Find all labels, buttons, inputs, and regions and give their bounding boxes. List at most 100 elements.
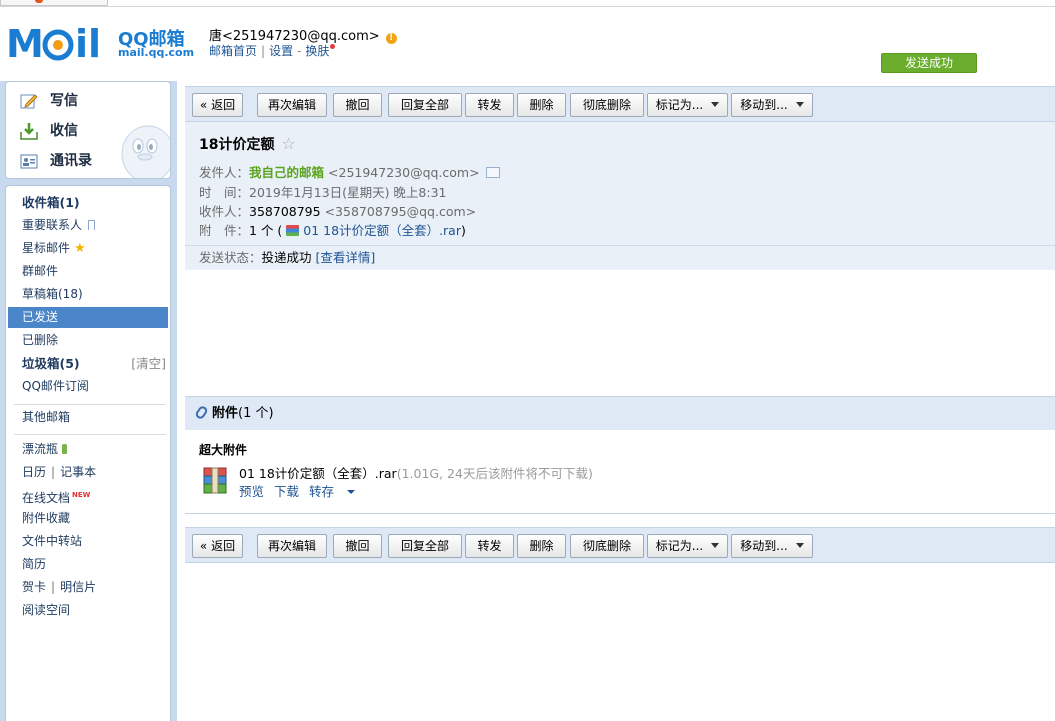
forward-button[interactable]: 转发: [465, 534, 514, 558]
qqmail-logo[interactable]: M il QQ邮箱 mail.qq.com: [6, 22, 194, 69]
bottle-icon: [62, 444, 68, 454]
clear-junk-link[interactable]: [清空]: [131, 353, 166, 374]
header-links: 邮箱首页 | 设置 - 换肤: [209, 42, 336, 59]
divider: [14, 404, 166, 405]
link-separator: -: [297, 44, 302, 58]
mark-as-dropdown[interactable]: 标记为...: [647, 534, 728, 558]
folder-starred[interactable]: 星标邮件 ★: [8, 238, 168, 259]
link-separator: |: [261, 44, 266, 58]
sender-name[interactable]: 我自己的邮箱: [249, 165, 324, 180]
bottom-toolbar: « 返回 再次编辑 撤回 回复全部 转发 删除 彻底删除 标记为... 移动到.…: [185, 527, 1055, 563]
chevron-down-icon: [711, 543, 720, 548]
delete-button[interactable]: 删除: [517, 93, 566, 117]
divider: [14, 434, 166, 435]
star-icon: ★: [74, 241, 86, 256]
attachment-file: 01 18计价定额（全套）.rar(1.01G, 24天后该附件将不可下载): [239, 463, 593, 482]
app-resume[interactable]: 简历: [8, 554, 168, 575]
folder-deleted[interactable]: 已删除: [8, 330, 168, 351]
compose-icon: [20, 94, 38, 109]
browser-tab[interactable]: [0, 0, 108, 6]
back-button[interactable]: « 返回: [192, 93, 243, 117]
attachment-file-note: (1.01G, 24天后该附件将不可下载): [396, 466, 593, 481]
settings-link[interactable]: 设置: [269, 44, 293, 58]
contacts-label: 通讯录: [50, 153, 92, 169]
new-badge: NEW: [72, 491, 91, 499]
calendar-link[interactable]: 日历: [22, 465, 46, 479]
attachments-title: 附件: [212, 406, 239, 421]
header: M il QQ邮箱 mail.qq.com 唐<251947230@qq.com…: [0, 7, 1055, 81]
logo-url: mail.qq.com: [118, 46, 195, 59]
recall-button[interactable]: 撤回: [333, 93, 382, 117]
folder-junk[interactable]: 垃圾箱(5) [清空]: [8, 353, 168, 374]
separator: |: [51, 465, 56, 479]
left-sidebar: 写信 收信 通讯录 收件箱(1) 重要联系人 星标邮件 ★ 群邮件 草稿箱(18…: [0, 81, 177, 721]
chevron-down-icon: [795, 102, 804, 107]
mail-header: 18计价定额 ☆ 发件人：我自己的邮箱 <251947230@qq.com> 时…: [185, 122, 1055, 270]
app-label: 在线文档: [22, 491, 71, 505]
postcard-link[interactable]: 明信片: [60, 580, 96, 594]
greeting-card-link[interactable]: 贺卡: [22, 580, 46, 594]
folder-other-mailbox[interactable]: 其他邮箱: [8, 407, 168, 428]
reply-all-button[interactable]: 回复全部: [388, 93, 462, 117]
folder-inbox[interactable]: 收件箱(1): [8, 192, 168, 213]
app-online-docs[interactable]: 在线文档 NEW: [8, 485, 168, 506]
mail-subject: 18计价定额 ☆: [199, 134, 296, 154]
status-details-link[interactable]: [查看详情]: [316, 250, 376, 265]
mark-as-label: 标记为...: [655, 539, 704, 553]
app-reading-space[interactable]: 阅读空间: [8, 600, 168, 621]
folder-drafts[interactable]: 草稿箱(18): [8, 284, 168, 305]
skin-link[interactable]: 换肤: [305, 44, 329, 58]
status-label: 发送状态：: [199, 250, 262, 265]
folder-list: 收件箱(1) 重要联系人 星标邮件 ★ 群邮件 草稿箱(18) 已发送 已删除 垃…: [5, 185, 171, 721]
recall-button[interactable]: 撤回: [333, 534, 382, 558]
delete-button[interactable]: 删除: [517, 534, 566, 558]
recipient-name[interactable]: 358708795: [249, 204, 321, 219]
time-label: 时 间：: [199, 185, 250, 200]
save-to-label: 转存: [309, 484, 335, 499]
app-label: 漂流瓶: [22, 442, 59, 456]
folder-important-contacts[interactable]: 重要联系人: [8, 215, 168, 236]
forward-button[interactable]: 转发: [465, 93, 514, 117]
mark-as-label: 标记为...: [655, 98, 704, 112]
attachment-actions: 预览 下载 转存: [239, 481, 375, 500]
contact-card-icon[interactable]: [485, 167, 500, 178]
penguin-mascot-icon: [121, 125, 170, 178]
app-file-transfer[interactable]: 文件中转站: [8, 531, 168, 552]
reedit-button[interactable]: 再次编辑: [257, 93, 327, 117]
subject-text: 18计价定额: [199, 137, 275, 153]
sender-row: 发件人：我自己的邮箱 <251947230@qq.com>: [199, 162, 500, 181]
folder-group-mail[interactable]: 群邮件: [8, 261, 168, 282]
delete-permanently-button[interactable]: 彻底删除: [570, 534, 644, 558]
move-to-dropdown[interactable]: 移动到...: [731, 534, 813, 558]
app-attachment-favorites[interactable]: 附件收藏: [8, 508, 168, 529]
time-row: 时 间：2019年1月13日(星期天) 晚上8:31: [199, 182, 446, 201]
mark-as-dropdown[interactable]: 标记为...: [647, 93, 728, 117]
separator: |: [51, 580, 56, 594]
preview-link[interactable]: 预览: [239, 484, 264, 499]
chevron-down-icon: [795, 543, 804, 548]
star-outline-icon[interactable]: ☆: [281, 134, 295, 153]
reedit-button[interactable]: 再次编辑: [257, 534, 327, 558]
sender-address: <251947230@qq.com>: [328, 165, 480, 180]
attachment-link[interactable]: 01 18计价定额（全套）.rar: [303, 223, 461, 238]
reply-all-button[interactable]: 回复全部: [388, 534, 462, 558]
recipient-label: 收件人：: [199, 204, 250, 219]
delete-permanently-button[interactable]: 彻底删除: [570, 93, 644, 117]
attachment-file-name[interactable]: 01 18计价定额（全套）.rar: [239, 466, 397, 481]
warning-icon[interactable]: !: [385, 33, 397, 44]
move-to-dropdown[interactable]: 移动到...: [731, 93, 813, 117]
app-drift-bottle[interactable]: 漂流瓶: [8, 439, 168, 460]
time-value: 2019年1月13日(星期天) 晚上8:31: [249, 185, 447, 200]
mailbox-home-link[interactable]: 邮箱首页: [209, 44, 257, 58]
save-to-dropdown[interactable]: 转存: [309, 484, 365, 499]
folder-sent[interactable]: 已发送: [8, 307, 168, 328]
status-value: 投递成功: [261, 250, 312, 265]
mail-view: « 返回 再次编辑 撤回 回复全部 转发 删除 彻底删除 标记为... 移动到.…: [185, 86, 1055, 721]
folder-subscription[interactable]: QQ邮件订阅: [8, 376, 168, 397]
browser-tab-strip: [0, 0, 1055, 7]
back-button[interactable]: « 返回: [192, 534, 243, 558]
notes-link[interactable]: 记事本: [60, 465, 96, 479]
bookmark-icon: [88, 220, 96, 230]
download-link[interactable]: 下载: [274, 484, 299, 499]
inbox-icon: [20, 123, 38, 140]
